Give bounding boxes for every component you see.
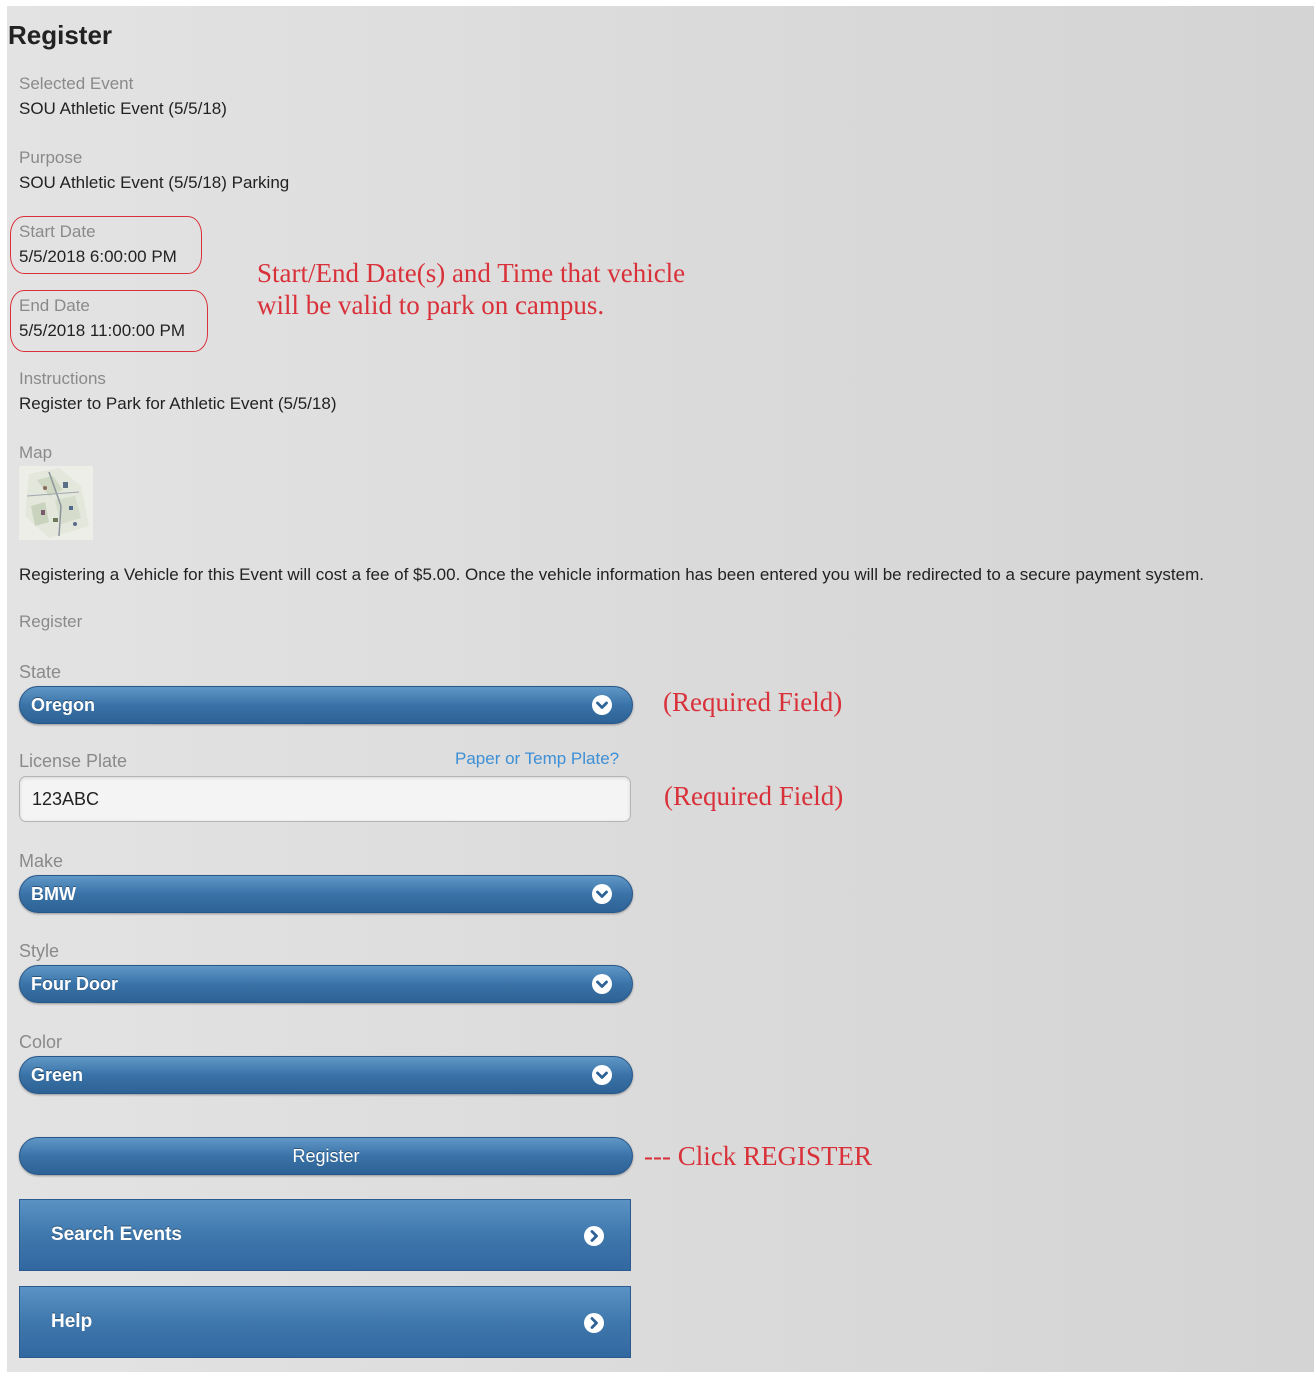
- start-date-value: 5/5/2018 6:00:00 PM: [19, 247, 177, 266]
- instructions-value: Register to Park for Athletic Event (5/5…: [19, 394, 337, 413]
- paper-temp-plate-link[interactable]: Paper or Temp Plate?: [455, 749, 619, 769]
- chevron-down-icon: [592, 884, 612, 904]
- dates-annotation-line1: Start/End Date(s) and Time that vehicle: [257, 258, 686, 288]
- required-annotation-state: (Required Field): [663, 687, 843, 717]
- fee-notice: Registering a Vehicle for this Event wil…: [19, 565, 1204, 584]
- instructions-label: Instructions: [19, 369, 106, 388]
- end-date-label: End Date: [19, 296, 90, 315]
- style-label: Style: [19, 941, 60, 961]
- chevron-down-icon: [592, 1065, 612, 1085]
- color-select[interactable]: Green: [19, 1056, 633, 1094]
- color-label: Color: [19, 1032, 63, 1052]
- license-plate-label: License Plate: [19, 751, 128, 771]
- state-label: State: [19, 662, 62, 682]
- make-select-value: BMW: [31, 884, 76, 904]
- selected-event-label: Selected Event: [19, 74, 134, 93]
- license-plate-input[interactable]: [19, 776, 631, 822]
- style-select-value: Four Door: [31, 974, 118, 994]
- map-thumbnail[interactable]: [19, 466, 93, 540]
- chevron-right-icon: [584, 1226, 604, 1246]
- make-select[interactable]: BMW: [19, 875, 633, 913]
- click-register-annotation: --- Click REGISTER: [644, 1141, 872, 1171]
- map-image: [19, 466, 93, 540]
- purpose-label: Purpose: [19, 148, 83, 167]
- required-annotation-plate: (Required Field): [664, 781, 844, 811]
- search-events-label: Search Events: [51, 1224, 182, 1245]
- page-title: Register: [8, 20, 113, 50]
- state-select-value: Oregon: [31, 695, 96, 715]
- map-label: Map: [19, 443, 53, 462]
- style-select[interactable]: Four Door: [19, 965, 633, 1003]
- make-label: Make: [19, 851, 64, 871]
- chevron-down-icon: [592, 974, 612, 994]
- help-button[interactable]: Help: [19, 1286, 631, 1358]
- register-section-label: Register: [19, 612, 83, 631]
- state-select[interactable]: Oregon: [19, 686, 633, 724]
- color-select-value: Green: [31, 1065, 84, 1085]
- help-label: Help: [51, 1311, 93, 1332]
- dates-annotation-line2: will be valid to park on campus.: [257, 290, 605, 320]
- start-date-label: Start Date: [19, 222, 96, 241]
- register-page: Register Selected Event SOU Athletic Eve…: [7, 6, 1314, 1372]
- end-date-value: 5/5/2018 11:00:00 PM: [19, 321, 186, 340]
- purpose-value: SOU Athletic Event (5/5/18) Parking: [19, 173, 290, 192]
- chevron-right-icon: [584, 1313, 604, 1333]
- selected-event-value: SOU Athletic Event (5/5/18): [19, 99, 227, 118]
- register-button[interactable]: Register: [19, 1137, 633, 1175]
- search-events-button[interactable]: Search Events: [19, 1199, 631, 1271]
- chevron-down-icon: [592, 695, 612, 715]
